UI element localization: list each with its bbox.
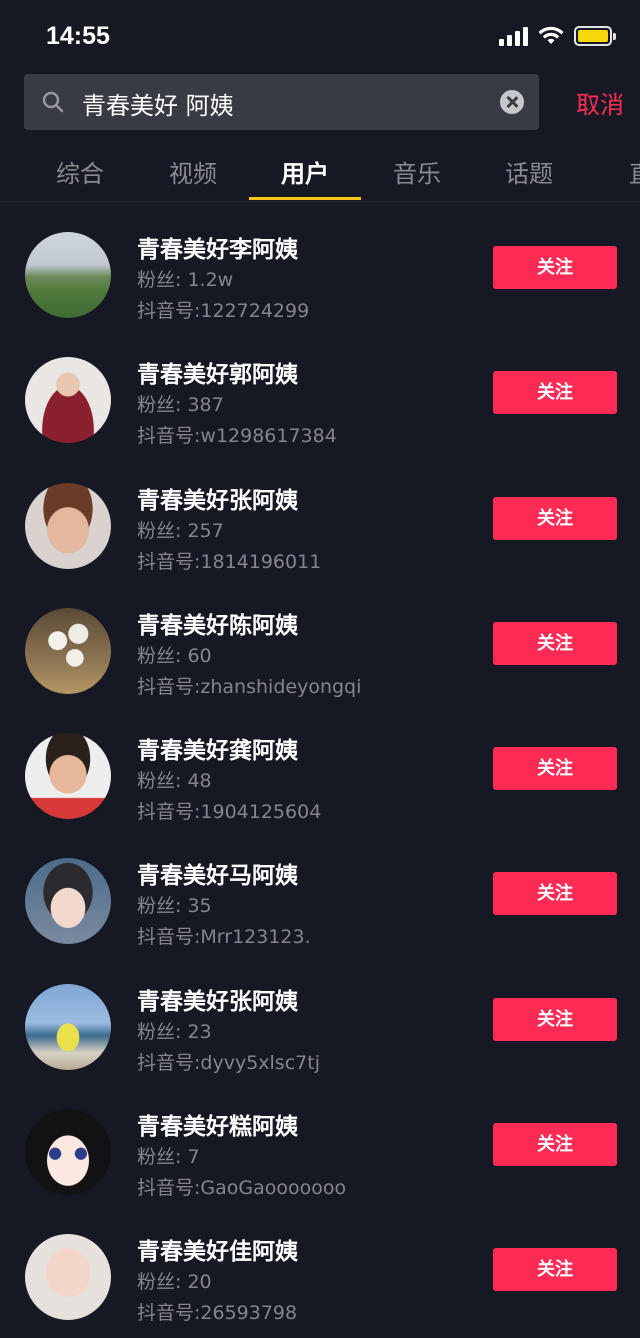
search-icon — [42, 91, 64, 113]
avatar[interactable] — [25, 607, 111, 694]
avatar[interactable] — [25, 482, 111, 569]
follow-button[interactable]: 关注 — [493, 621, 617, 665]
douyin-id: 抖音号:1904125604 — [137, 801, 322, 824]
user-name[interactable]: 青春美好张阿姨 — [137, 982, 298, 1016]
follow-button[interactable]: 关注 — [493, 872, 617, 916]
douyin-id: 抖音号:Mrr123123. — [137, 926, 311, 949]
user-name[interactable]: 青春美好马阿姨 — [137, 856, 298, 890]
douyin-id: 抖音号:26593798 — [137, 1302, 298, 1325]
fans-count: 粉丝: 257 — [137, 519, 224, 542]
tab-topics[interactable]: 话题 — [473, 154, 585, 189]
search-tabs: 综合 视频 用户 音乐 话题 直 — [0, 140, 640, 202]
user-list: 青春美好李阿姨 粉丝: 1.2w 抖音号:122724299 关注 青春美好郭阿… — [0, 210, 640, 1338]
avatar[interactable] — [25, 1234, 111, 1321]
fans-count: 粉丝: 1.2w — [137, 269, 234, 291]
search-box[interactable]: 青春美好 阿姨 — [24, 74, 539, 130]
douyin-id: 抖音号:1814196011 — [137, 550, 322, 573]
avatar[interactable] — [25, 357, 111, 444]
follow-button[interactable]: 关注 — [493, 1248, 617, 1292]
douyin-id: 抖音号:dyvy5xlsc7tj — [137, 1051, 320, 1074]
user-name[interactable]: 青春美好糕阿姨 — [137, 1107, 298, 1141]
follow-button[interactable]: 关注 — [493, 246, 617, 289]
user-row[interactable]: 青春美好张阿姨 粉丝: 257 抖音号:1814196011 关注 — [0, 461, 640, 586]
douyin-id: 抖音号:zhanshideyongqi — [137, 675, 362, 698]
fans-count: 粉丝: 387 — [137, 394, 224, 417]
fans-count: 粉丝: 20 — [137, 1271, 212, 1294]
fans-count: 粉丝: 7 — [137, 1146, 200, 1169]
cancel-button[interactable]: 取消 — [576, 85, 624, 120]
avatar[interactable] — [25, 1109, 111, 1196]
status-time: 14:55 — [46, 22, 110, 50]
tab-videos[interactable]: 视频 — [137, 154, 249, 189]
clear-icon[interactable] — [500, 90, 524, 114]
avatar[interactable] — [25, 232, 111, 318]
fans-count: 粉丝: 60 — [137, 644, 212, 667]
tab-users[interactable]: 用户 — [249, 154, 361, 189]
douyin-id: 抖音号:122724299 — [137, 300, 310, 322]
wifi-icon — [538, 26, 564, 44]
avatar[interactable] — [25, 733, 111, 820]
status-icons — [499, 26, 616, 46]
douyin-id: 抖音号:GaoGaooooooo — [137, 1177, 347, 1200]
avatar[interactable] — [25, 858, 111, 945]
user-name[interactable]: 青春美好张阿姨 — [137, 481, 298, 515]
user-row[interactable]: 青春美好佳阿姨 粉丝: 20 抖音号:26593798 关注 — [0, 1212, 640, 1337]
douyin-id: 抖音号:w1298617384 — [137, 425, 337, 448]
user-row[interactable]: 青春美好张阿姨 粉丝: 23 抖音号:dyvy5xlsc7tj 关注 — [0, 962, 640, 1087]
search-input[interactable]: 青春美好 阿姨 — [82, 86, 234, 121]
follow-button[interactable]: 关注 — [493, 496, 617, 540]
fans-count: 粉丝: 23 — [137, 1020, 212, 1043]
follow-button[interactable]: 关注 — [493, 997, 617, 1041]
user-name[interactable]: 青春美好龚阿姨 — [137, 731, 298, 765]
user-row[interactable]: 青春美好郭阿姨 粉丝: 387 抖音号:w1298617384 关注 — [0, 335, 640, 460]
fans-count: 粉丝: 48 — [137, 770, 212, 793]
signal-icon — [499, 26, 528, 46]
follow-button[interactable]: 关注 — [493, 371, 617, 415]
user-row[interactable]: 青春美好李阿姨 粉丝: 1.2w 抖音号:122724299 关注 — [0, 210, 640, 335]
fans-count: 粉丝: 35 — [137, 895, 212, 918]
search-row: 青春美好 阿姨 取消 — [24, 74, 624, 130]
user-name[interactable]: 青春美好佳阿姨 — [137, 1232, 298, 1266]
follow-button[interactable]: 关注 — [493, 747, 617, 791]
user-row[interactable]: 青春美好陈阿姨 粉丝: 60 抖音号:zhanshideyongqi 关注 — [0, 586, 640, 711]
avatar[interactable] — [25, 983, 111, 1070]
follow-button[interactable]: 关注 — [493, 1123, 617, 1167]
tab-indicator — [249, 197, 361, 200]
user-row[interactable]: 青春美好龚阿姨 粉丝: 48 抖音号:1904125604 关注 — [0, 711, 640, 836]
tab-comprehensive[interactable]: 综合 — [24, 154, 136, 189]
tab-live[interactable]: 直 — [585, 154, 640, 189]
user-name[interactable]: 青春美好郭阿姨 — [137, 355, 298, 389]
tab-music[interactable]: 音乐 — [361, 154, 473, 189]
user-name[interactable]: 青春美好李阿姨 — [137, 230, 298, 264]
user-row[interactable]: 青春美好糕阿姨 粉丝: 7 抖音号:GaoGaooooooo 关注 — [0, 1087, 640, 1212]
battery-icon — [574, 26, 616, 46]
user-row[interactable]: 青春美好马阿姨 粉丝: 35 抖音号:Mrr123123. 关注 — [0, 836, 640, 961]
user-name[interactable]: 青春美好陈阿姨 — [137, 606, 298, 640]
status-bar: 14:55 — [0, 0, 640, 72]
